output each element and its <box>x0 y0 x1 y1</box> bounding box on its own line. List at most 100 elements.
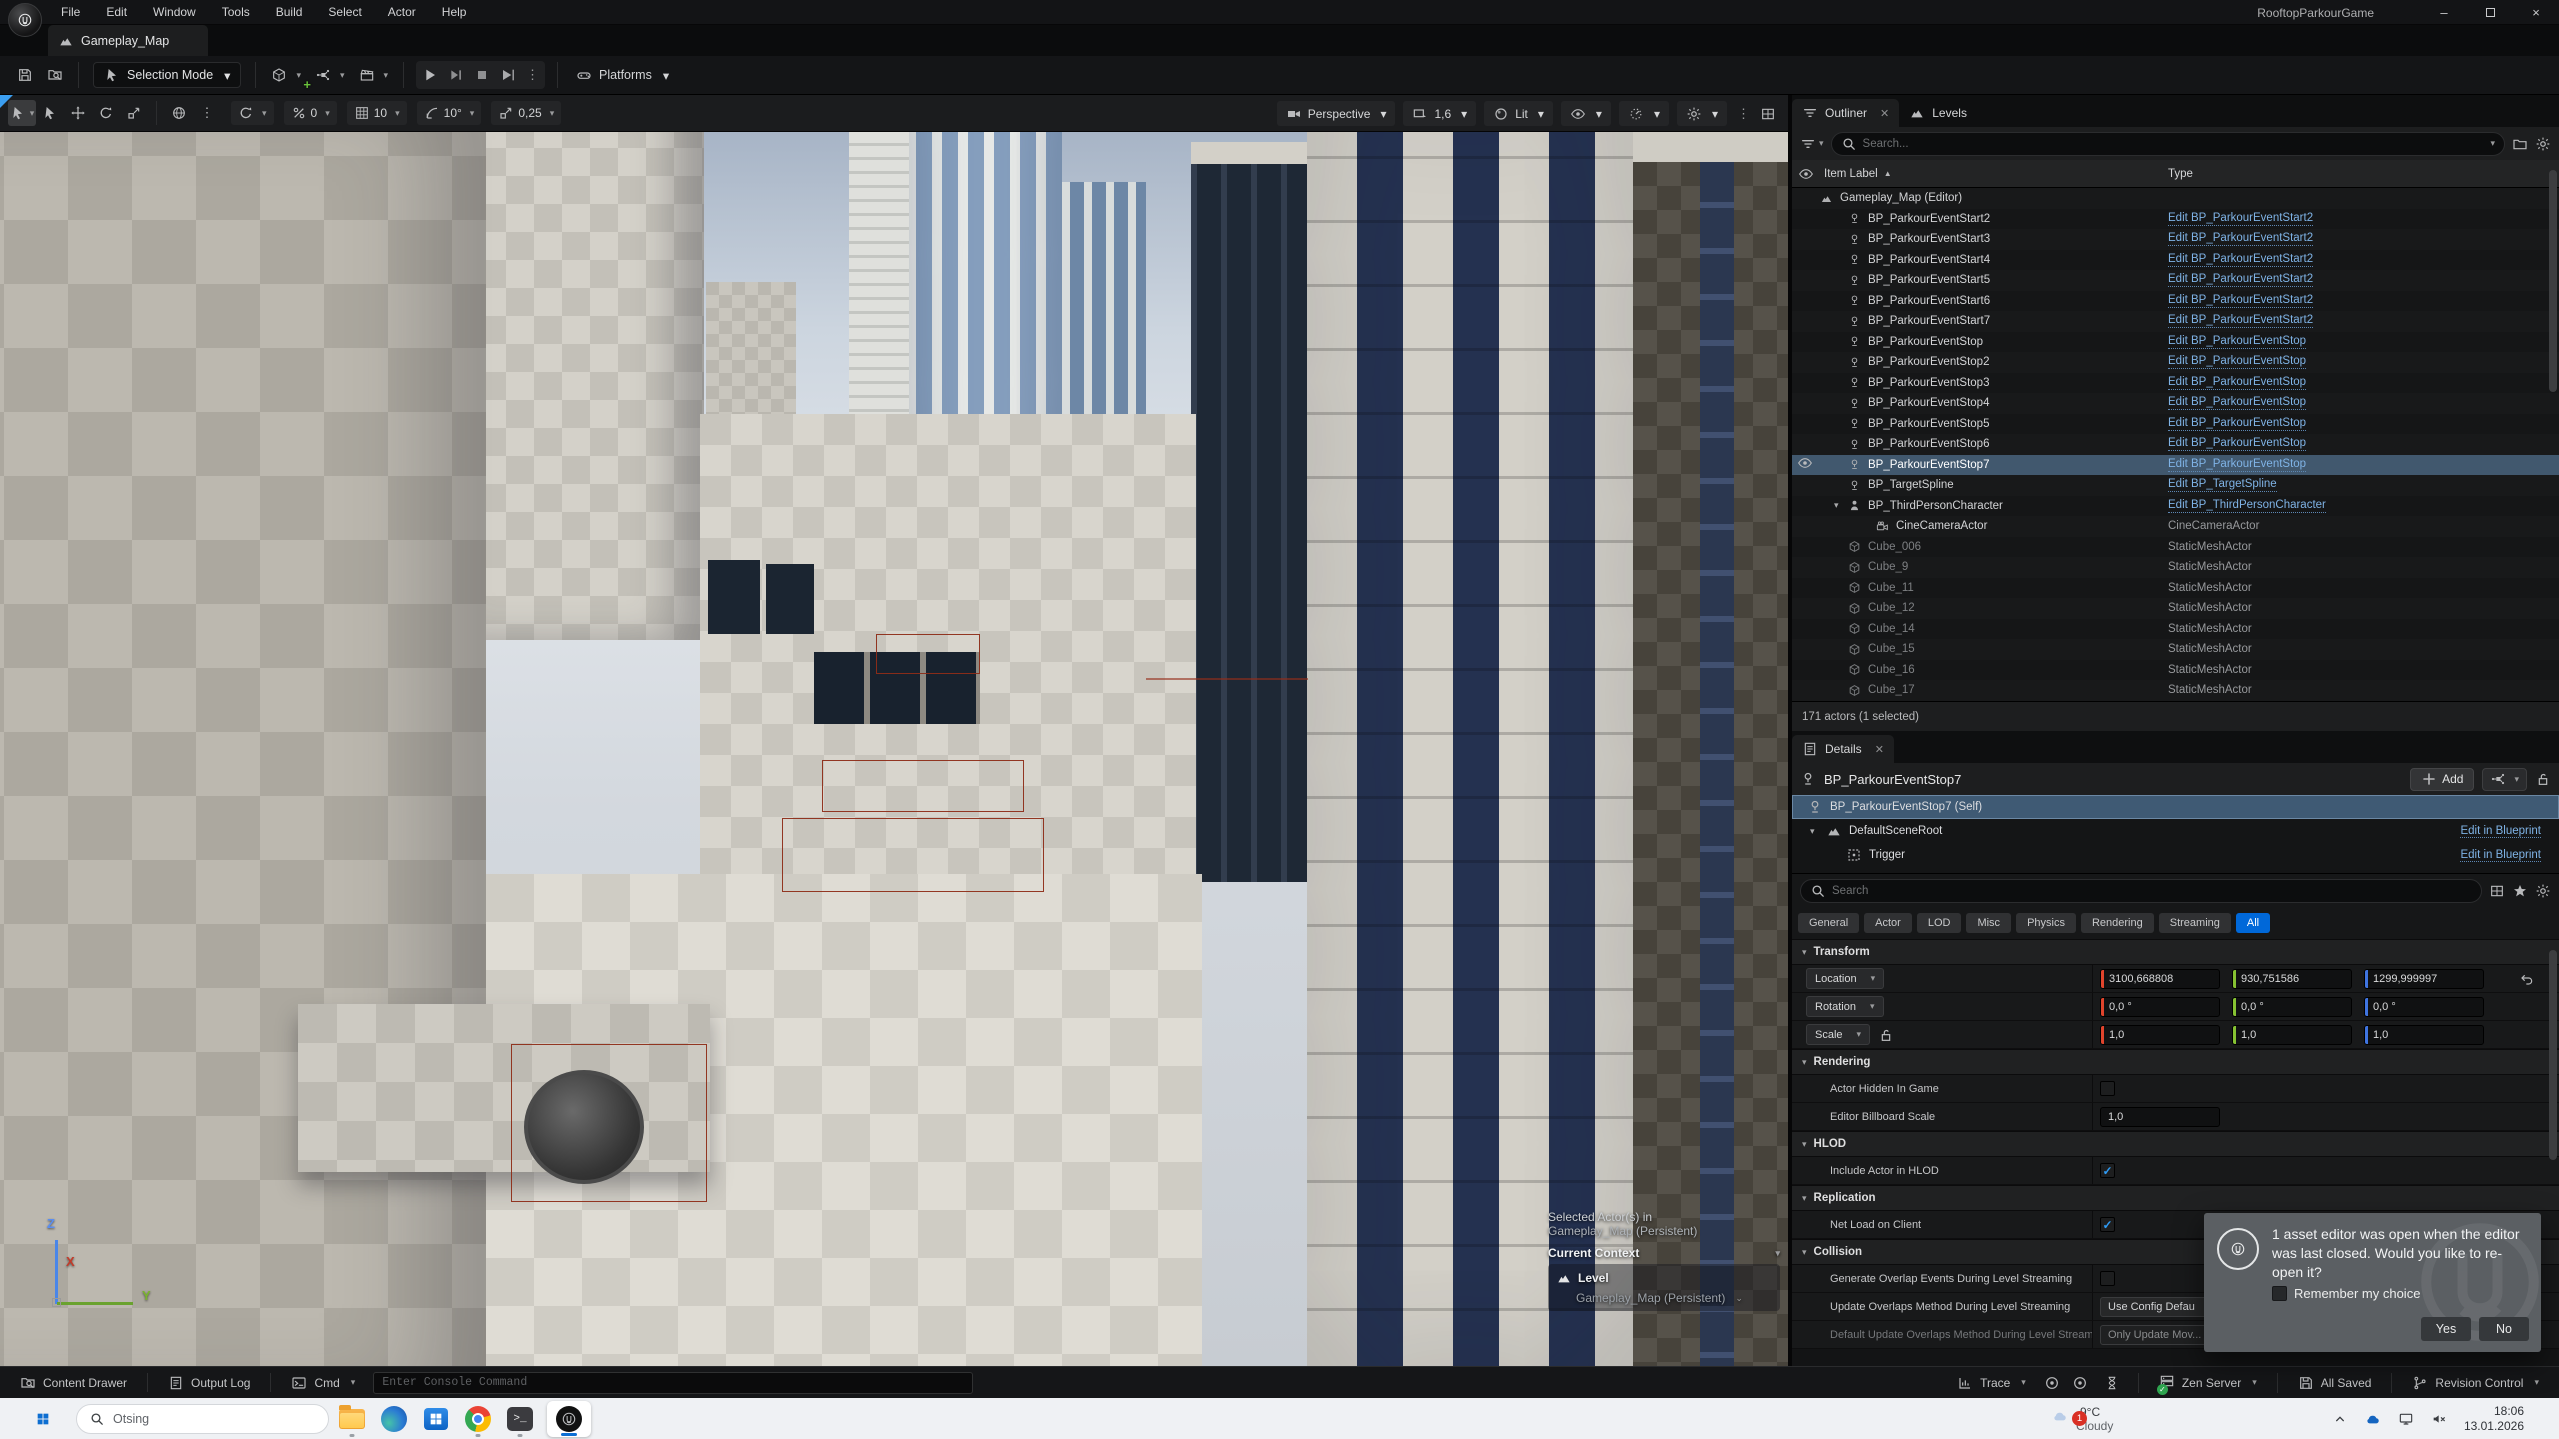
row-type[interactable]: Edit BP_ParkourEventStop <box>2168 458 2306 472</box>
rotation-y-field[interactable]: 0,0 ° <box>2232 997 2352 1017</box>
property-value-field[interactable]: 1,0 <box>2100 1107 2220 1127</box>
expander-icon[interactable]: ▾ <box>1810 826 1815 837</box>
scale-snap[interactable]: 0,25▾ <box>491 101 561 125</box>
row-type[interactable]: StaticMeshActor <box>2168 684 2252 696</box>
component-row[interactable]: ▾ BP_ParkourEventStop7 (Self) <box>1792 795 2559 819</box>
close-tab-icon[interactable]: ✕ <box>1880 107 1889 120</box>
row-type[interactable]: StaticMeshActor <box>2168 623 2252 635</box>
section-header[interactable]: ▾Replication <box>1792 1185 2559 1211</box>
outliner-row[interactable]: ▾ BP_ParkourEventStop Edit BP_ParkourEve… <box>1792 332 2559 353</box>
outliner-row[interactable]: ▾ BP_ParkourEventStart7 Edit BP_ParkourE… <box>1792 311 2559 332</box>
details-search-input[interactable] <box>1832 885 2472 897</box>
display-options-icon[interactable] <box>2489 883 2505 899</box>
menu-item[interactable]: Edit <box>95 1 138 23</box>
perspective-select[interactable]: Perspective▾ <box>1277 101 1396 126</box>
taskbar-search-input[interactable] <box>113 1412 316 1426</box>
weather-widget[interactable]: 1 -9°C Cloudy <box>2052 1398 2113 1439</box>
section-header[interactable]: ▾Rendering <box>1792 1049 2559 1075</box>
save-button[interactable] <box>10 62 40 88</box>
output-log-button[interactable]: Output Log <box>156 1367 262 1399</box>
grid-snap[interactable]: 10▾ <box>347 101 407 125</box>
world-coordinate-toggle[interactable] <box>165 100 193 126</box>
rotation-snap[interactable]: 10°▾ <box>417 101 482 125</box>
property-checkbox[interactable]: ✓ <box>2100 1163 2115 1178</box>
outliner-row[interactable]: ▾ BP_TargetSpline Edit BP_TargetSpline <box>1792 475 2559 496</box>
edit-in-blueprint-link[interactable]: Edit in Blueprint <box>2460 849 2541 862</box>
surface-snap-menu[interactable]: ⋮ <box>193 100 221 126</box>
details-scrollbar[interactable] <box>2549 950 2557 1160</box>
screen-percentage[interactable]: 1,6▾ <box>1403 101 1476 126</box>
row-type[interactable]: StaticMeshActor <box>2168 541 2252 553</box>
menu-item[interactable]: Build <box>265 1 314 23</box>
menu-item[interactable]: Select <box>317 1 372 23</box>
outliner-row[interactable]: ▾ Cube_9 StaticMeshActor <box>1792 557 2559 578</box>
show-flags[interactable]: ▾ <box>1561 101 1611 126</box>
scale-dropdown[interactable]: Scale▾ <box>1806 1024 1870 1045</box>
no-button[interactable]: No <box>2479 1317 2529 1341</box>
menu-item[interactable]: File <box>50 1 91 23</box>
outliner-row[interactable]: ▾ BP_ParkourEventStop5 Edit BP_ParkourEv… <box>1792 414 2559 435</box>
row-type[interactable]: Edit BP_ParkourEventStop <box>2168 335 2306 349</box>
chrome-icon[interactable] <box>459 1400 497 1438</box>
trace-button[interactable]: Trace▾ <box>1945 1367 2038 1399</box>
save-layout-icon[interactable] <box>2512 136 2528 152</box>
viewmode-options[interactable]: ▾ <box>1619 101 1669 126</box>
level-selector[interactable]: Gameplay_Map (Persistent)⌄ <box>1576 1291 1772 1305</box>
favorites-icon[interactable] <box>2512 883 2528 899</box>
row-type[interactable]: Edit BP_ParkourEventStop <box>2168 417 2306 431</box>
viewport-settings[interactable]: ▾ <box>1677 101 1727 126</box>
add-component-button[interactable]: Add <box>2410 768 2474 791</box>
category-chip[interactable]: General <box>1798 913 1859 933</box>
property-checkbox[interactable]: ✓ <box>2100 1217 2115 1232</box>
all-saved-button[interactable]: All Saved <box>2286 1367 2384 1399</box>
filter-icon[interactable] <box>1800 136 1816 152</box>
details-search[interactable] <box>1800 879 2482 903</box>
outliner-row[interactable]: ▾ Cube_17 StaticMeshActor <box>1792 680 2559 701</box>
outliner-row[interactable]: ▾ Cube_11 StaticMeshActor <box>1792 578 2559 599</box>
launch-button[interactable] <box>500 67 516 83</box>
view-mode-lit[interactable]: Lit▾ <box>1484 101 1553 126</box>
component-row[interactable]: ▾ Trigger Edit in Blueprint <box>1792 843 2559 867</box>
outliner-row[interactable]: ▾ BP_ParkourEventStart6 Edit BP_ParkourE… <box>1792 291 2559 312</box>
category-chip[interactable]: Physics <box>2016 913 2076 933</box>
remember-checkbox[interactable] <box>2272 1286 2287 1301</box>
row-type[interactable]: Edit BP_ParkourEventStart2 <box>2168 212 2313 226</box>
blueprints-button[interactable]: ▾ <box>308 62 352 88</box>
row-type[interactable]: Edit BP_ParkourEventStart2 <box>2168 314 2313 328</box>
menu-item[interactable]: Actor <box>377 1 427 23</box>
content-drawer-button[interactable] <box>40 62 70 88</box>
outliner-row[interactable]: ▾ Gameplay_Map (Editor) <box>1792 188 2559 209</box>
editor-mode-select[interactable]: Selection Mode▾ <box>93 62 241 88</box>
outliner-row[interactable]: ▾ BP_ParkourEventStart5 Edit BP_ParkourE… <box>1792 270 2559 291</box>
row-type[interactable]: StaticMeshActor <box>2168 664 2252 676</box>
category-chip[interactable]: Rendering <box>2081 913 2154 933</box>
outliner-search-input[interactable] <box>1863 138 2481 150</box>
volume-muted-icon[interactable] <box>2431 1411 2447 1427</box>
reset-transform-icon[interactable] <box>2519 971 2535 987</box>
lock-icon[interactable] <box>2535 771 2551 787</box>
expander-icon[interactable]: ▾ <box>1834 500 1839 511</box>
blueprint-edit-button[interactable]: ▾ <box>2482 768 2527 791</box>
row-type[interactable]: Edit BP_ParkourEventStop <box>2168 376 2306 390</box>
outliner-row[interactable]: ▾ BP_ParkourEventStop6 Edit BP_ParkourEv… <box>1792 434 2559 455</box>
row-type[interactable]: Edit BP_ParkourEventStop <box>2168 355 2306 369</box>
details-settings-icon[interactable] <box>2535 883 2551 899</box>
edge-icon[interactable] <box>375 1400 413 1438</box>
row-type[interactable]: Edit BP_TargetSpline <box>2168 478 2277 492</box>
outliner-row[interactable]: ▾ Cube_16 StaticMeshActor <box>1792 660 2559 681</box>
row-type[interactable]: StaticMeshActor <box>2168 561 2252 573</box>
property-checkbox[interactable]: ✓ <box>2100 1081 2115 1096</box>
item-label-column[interactable]: Item Label <box>1824 168 1878 180</box>
outliner-row[interactable]: ▾ BP_ThirdPersonCharacter Edit BP_ThirdP… <box>1792 496 2559 517</box>
menu-item[interactable]: Tools <box>211 1 261 23</box>
component-row[interactable]: ▾ DefaultSceneRoot Edit in Blueprint <box>1792 819 2559 843</box>
frame-skip-button[interactable] <box>448 67 464 83</box>
cmd-selector[interactable]: Cmd▾ <box>279 1367 367 1399</box>
tab-levels[interactable]: Levels <box>1899 99 1977 127</box>
restore-button[interactable] <box>2467 0 2513 25</box>
tab-outliner[interactable]: Outliner✕ <box>1792 99 1899 127</box>
type-column[interactable]: Type <box>2168 168 2193 180</box>
outliner-row[interactable]: ▾ CineCameraActor CineCameraActor <box>1792 516 2559 537</box>
add-actor-button[interactable]: +▾ <box>264 62 308 88</box>
clock[interactable]: 18:06 13.01.2026 <box>2464 1404 2524 1434</box>
